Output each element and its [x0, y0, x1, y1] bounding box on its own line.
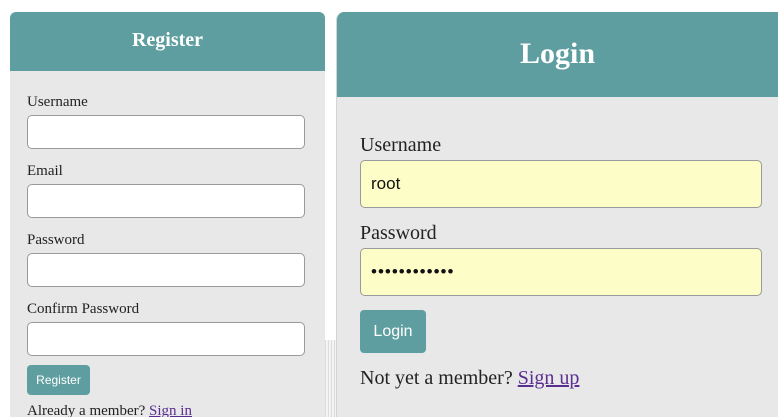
register-button[interactable]: Register — [27, 365, 90, 395]
register-header: Register — [10, 12, 325, 71]
login-password-input[interactable] — [360, 248, 762, 296]
register-email-input[interactable] — [27, 184, 305, 218]
sign-in-link[interactable]: Sign in — [149, 403, 192, 417]
sign-up-link[interactable]: Sign up — [518, 367, 580, 389]
register-footer-text: Already a member? — [27, 403, 150, 417]
login-username-label: Username — [360, 134, 442, 156]
register-password-input[interactable] — [27, 253, 305, 287]
register-password-label: Password — [27, 232, 85, 248]
register-confirm-password-label: Confirm Password — [27, 301, 140, 317]
register-panel: Register Username Email Password Confirm… — [10, 12, 325, 417]
register-title: Register — [131, 29, 204, 51]
register-form: Username Email Password Confirm Password… — [10, 71, 325, 417]
register-footer: Already a member? Sign in — [27, 403, 325, 417]
login-form: Username Password Login Not yet a member… — [337, 97, 778, 390]
login-password-label: Password — [360, 222, 437, 244]
login-button[interactable]: Login — [360, 310, 426, 353]
register-email-label: Email — [27, 163, 63, 179]
register-username-input[interactable] — [27, 115, 305, 149]
login-footer: Not yet a member? Sign up — [360, 367, 778, 390]
register-username-label: Username — [27, 94, 88, 110]
register-confirm-password-input[interactable] — [27, 322, 305, 356]
login-title: Login — [519, 36, 596, 70]
login-header: Login — [337, 12, 778, 97]
login-panel: Login Username Password Login Not yet a … — [336, 12, 778, 417]
login-footer-text: Not yet a member? — [360, 367, 518, 389]
login-username-input[interactable] — [360, 160, 762, 208]
